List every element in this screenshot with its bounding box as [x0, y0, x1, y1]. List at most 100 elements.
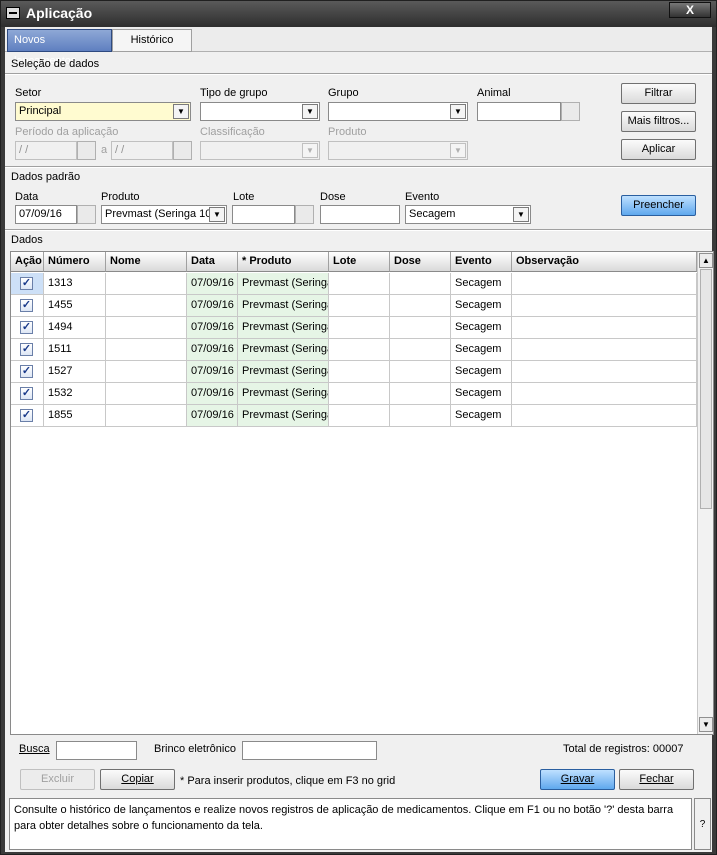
data-grid[interactable]: Ação Número Nome Data * Produto Lote Dos…: [10, 251, 714, 735]
cell-obs[interactable]: [512, 317, 697, 339]
column-header-dose[interactable]: Dose: [390, 252, 451, 272]
cell-numero[interactable]: 1527: [44, 361, 106, 383]
cell-acao[interactable]: ✓: [11, 273, 44, 295]
cell-obs[interactable]: [512, 339, 697, 361]
brinco-input[interactable]: [242, 741, 377, 760]
help-button[interactable]: ?: [694, 798, 711, 850]
checkbox-icon[interactable]: ✓: [20, 299, 33, 312]
mais-filtros-button[interactable]: Mais filtros...: [621, 111, 696, 132]
classificacao-dropdown-icon[interactable]: ▼: [302, 143, 318, 158]
scroll-up-icon[interactable]: ▲: [699, 253, 713, 268]
cell-data[interactable]: 07/09/16: [187, 273, 238, 295]
cell-lote[interactable]: [329, 273, 390, 295]
cell-evento[interactable]: Secagem: [451, 405, 512, 427]
checkbox-icon[interactable]: ✓: [20, 277, 33, 290]
cell-produto[interactable]: Prevmast (Seringa: [238, 361, 329, 383]
cell-produto[interactable]: Prevmast (Seringa: [238, 317, 329, 339]
cell-dose[interactable]: [390, 295, 451, 317]
gravar-button[interactable]: Gravar: [540, 769, 615, 790]
cell-obs[interactable]: [512, 383, 697, 405]
cell-evento[interactable]: Secagem: [451, 317, 512, 339]
checkbox-icon[interactable]: ✓: [20, 409, 33, 422]
cell-nome[interactable]: [106, 383, 187, 405]
cell-produto[interactable]: Prevmast (Seringa: [238, 339, 329, 361]
cell-data[interactable]: 07/09/16: [187, 295, 238, 317]
cell-produto[interactable]: Prevmast (Seringa: [238, 273, 329, 295]
dose-input[interactable]: [320, 205, 400, 224]
scroll-down-icon[interactable]: ▼: [699, 717, 713, 732]
filtrar-button[interactable]: Filtrar: [621, 83, 696, 104]
cell-dose[interactable]: [390, 405, 451, 427]
produto-filter-dropdown-icon[interactable]: ▼: [450, 143, 466, 158]
lote-input[interactable]: [232, 205, 295, 224]
cell-evento[interactable]: Secagem: [451, 383, 512, 405]
grupo-select[interactable]: [328, 102, 468, 121]
cell-numero[interactable]: 1855: [44, 405, 106, 427]
cell-evento[interactable]: Secagem: [451, 361, 512, 383]
preencher-button[interactable]: Preencher: [621, 195, 696, 216]
cell-lote[interactable]: [329, 383, 390, 405]
column-header-observacao[interactable]: Observação: [512, 252, 697, 272]
scroll-thumb[interactable]: [700, 269, 712, 509]
checkbox-icon[interactable]: ✓: [20, 343, 33, 356]
copiar-button[interactable]: Copiar: [100, 769, 175, 790]
data-input[interactable]: 07/09/16: [15, 205, 77, 224]
cell-data[interactable]: 07/09/16: [187, 339, 238, 361]
cell-dose[interactable]: [390, 339, 451, 361]
setor-dropdown-icon[interactable]: ▼: [173, 104, 189, 119]
column-header-lote[interactable]: Lote: [329, 252, 390, 272]
cell-obs[interactable]: [512, 273, 697, 295]
animal-input[interactable]: [477, 102, 561, 121]
cell-numero[interactable]: 1455: [44, 295, 106, 317]
cell-evento[interactable]: Secagem: [451, 339, 512, 361]
checkbox-icon[interactable]: ✓: [20, 365, 33, 378]
cell-dose[interactable]: [390, 317, 451, 339]
cell-numero[interactable]: 1494: [44, 317, 106, 339]
excluir-button[interactable]: Excluir: [20, 769, 95, 790]
cell-lote[interactable]: [329, 295, 390, 317]
cell-nome[interactable]: [106, 295, 187, 317]
setor-select[interactable]: Principal: [15, 102, 191, 121]
cell-numero[interactable]: 1532: [44, 383, 106, 405]
periodo-to-calendar-button[interactable]: [173, 141, 192, 160]
cell-numero[interactable]: 1511: [44, 339, 106, 361]
cell-data[interactable]: 07/09/16: [187, 405, 238, 427]
cell-acao[interactable]: ✓: [11, 383, 44, 405]
cell-nome[interactable]: [106, 273, 187, 295]
column-header-data[interactable]: Data: [187, 252, 238, 272]
cell-obs[interactable]: [512, 405, 697, 427]
cell-evento[interactable]: Secagem: [451, 295, 512, 317]
cell-nome[interactable]: [106, 405, 187, 427]
cell-acao[interactable]: ✓: [11, 405, 44, 427]
lote-search-button[interactable]: [295, 205, 314, 224]
data-calendar-button[interactable]: [77, 205, 96, 224]
column-header-acao[interactable]: Ação: [11, 252, 44, 272]
close-button[interactable]: X: [669, 2, 711, 18]
cell-lote[interactable]: [329, 405, 390, 427]
fechar-button[interactable]: Fechar: [619, 769, 694, 790]
periodo-to-input[interactable]: / /: [111, 141, 173, 160]
checkbox-icon[interactable]: ✓: [20, 321, 33, 334]
tab-historico[interactable]: Histórico: [112, 29, 192, 52]
column-header-produto[interactable]: * Produto: [238, 252, 329, 272]
cell-dose[interactable]: [390, 273, 451, 295]
cell-obs[interactable]: [512, 361, 697, 383]
column-header-evento[interactable]: Evento: [451, 252, 512, 272]
cell-lote[interactable]: [329, 339, 390, 361]
cell-produto[interactable]: Prevmast (Seringa: [238, 405, 329, 427]
cell-produto[interactable]: Prevmast (Seringa: [238, 383, 329, 405]
checkbox-icon[interactable]: ✓: [20, 387, 33, 400]
cell-data[interactable]: 07/09/16: [187, 361, 238, 383]
cell-lote[interactable]: [329, 317, 390, 339]
cell-nome[interactable]: [106, 361, 187, 383]
periodo-from-input[interactable]: / /: [15, 141, 77, 160]
cell-acao[interactable]: ✓: [11, 339, 44, 361]
cell-nome[interactable]: [106, 339, 187, 361]
tipo-grupo-dropdown-icon[interactable]: ▼: [302, 104, 318, 119]
system-menu-icon[interactable]: [6, 7, 20, 19]
aplicar-button[interactable]: Aplicar: [621, 139, 696, 160]
cell-nome[interactable]: [106, 317, 187, 339]
cell-lote[interactable]: [329, 361, 390, 383]
cell-produto[interactable]: Prevmast (Seringa: [238, 295, 329, 317]
cell-acao[interactable]: ✓: [11, 295, 44, 317]
